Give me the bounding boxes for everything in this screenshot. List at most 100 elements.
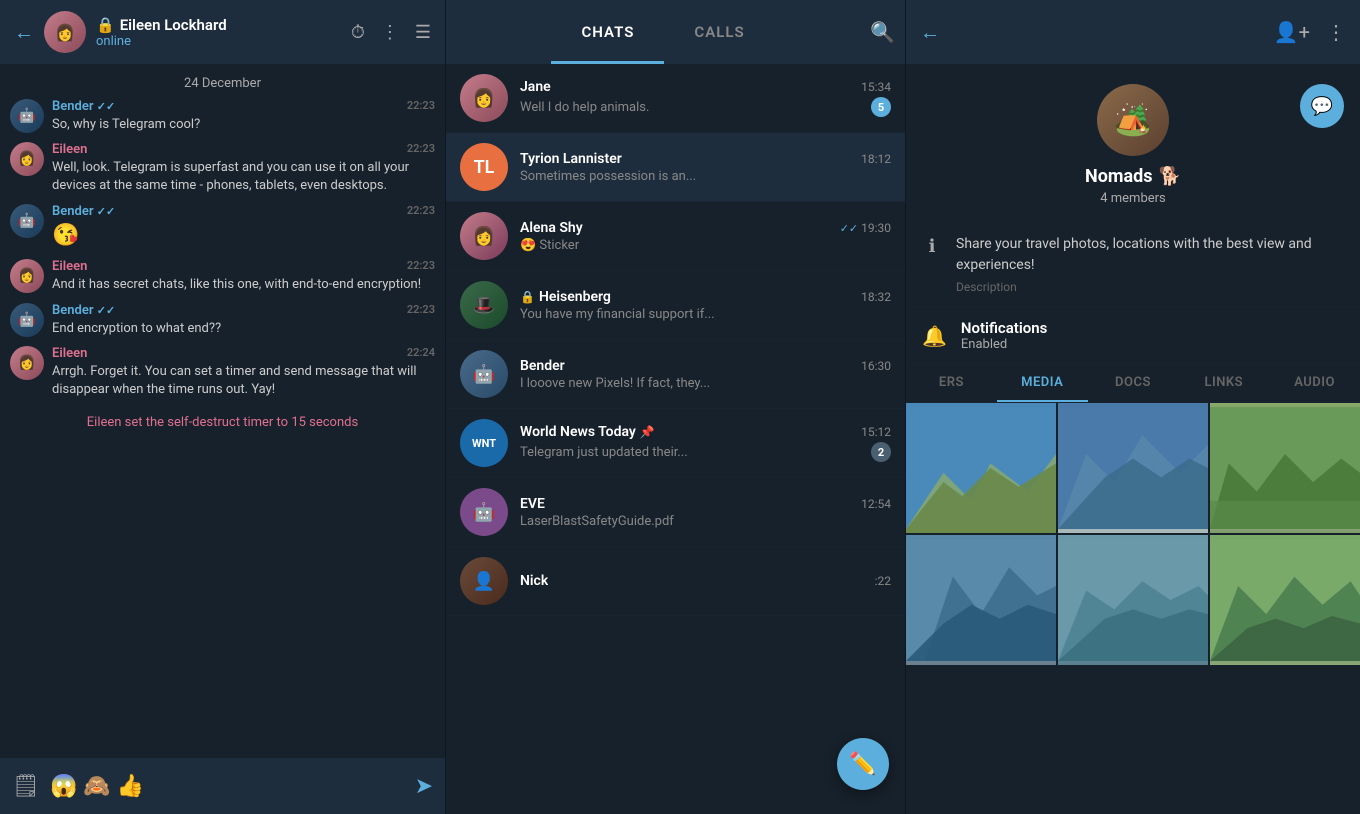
- chat-name: Bender: [520, 358, 565, 374]
- sticker-button[interactable]: 🗒: [12, 774, 40, 799]
- chat-preview: You have my financial support if...: [520, 307, 715, 322]
- msg-time: 22:23: [407, 142, 435, 155]
- media-thumb[interactable]: [906, 403, 1056, 533]
- header-icons: ⏱ ⋮ ☰: [351, 22, 431, 43]
- message-row: 👩 Eileen 22:23 Well, look. Telegram is s…: [10, 142, 435, 195]
- add-user-icon[interactable]: 👤+: [1274, 20, 1310, 44]
- send-button[interactable]: ➤: [415, 774, 433, 799]
- chat-item-body: EVE 12:54 LaserBlastSafetyGuide.pdf: [520, 496, 891, 529]
- msg-time: 22:24: [407, 346, 435, 359]
- msg-content: Bender 22:23 ✓✓ So, why is Telegram cool…: [52, 99, 435, 134]
- chat-item-body: Alena Shy ✓✓ 19:30 😍 Sticker: [520, 220, 891, 253]
- chat-item-body: Tyrion Lannister 18:12 Sometimes possess…: [520, 151, 891, 184]
- chat-item[interactable]: 🤖 EVE 12:54 LaserBlastSafetyGuide.pdf: [446, 478, 905, 547]
- chat-item-body: Nick :22: [520, 573, 891, 589]
- message-row: 🤖 Bender 22:23 ✓✓ End encryption to what…: [10, 303, 435, 338]
- chat-name: Tyrion Lannister: [520, 151, 622, 167]
- emoji-1: 😱: [50, 774, 77, 799]
- tab-audio[interactable]: AUDIO: [1269, 365, 1360, 402]
- group-emoji: 🐕: [1159, 166, 1181, 187]
- avatar: 👩: [44, 11, 86, 53]
- chat-time: 15:34: [861, 80, 891, 94]
- tab-media[interactable]: MEDIA: [997, 365, 1088, 402]
- avatar: WNT: [460, 419, 508, 467]
- msg-sender: Eileen 22:23: [52, 259, 435, 274]
- unread-badge: 2: [871, 442, 891, 462]
- msg-check: ✓✓: [97, 205, 115, 218]
- avatar: 👩: [460, 212, 508, 260]
- emoji-2: 🙈: [83, 774, 110, 799]
- avatar: 🤖: [10, 303, 44, 337]
- notifications-row: 🔔 Notifications Enabled: [906, 307, 1360, 365]
- chat-item[interactable]: 👩 Jane 15:34 Well I do help animals. 5: [446, 64, 905, 133]
- chat-name: World News Today 📌: [520, 424, 655, 440]
- chat-time: 18:32: [861, 290, 891, 304]
- msg-text: So, why is Telegram cool?: [52, 116, 435, 134]
- unread-badge: 5: [871, 97, 891, 117]
- bell-icon: 🔔: [922, 324, 947, 348]
- tab-links[interactable]: LINKS: [1178, 365, 1269, 402]
- description-content: Share your travel photos, locations with…: [956, 234, 1344, 276]
- chat-item[interactable]: 👤 Nick :22: [446, 547, 905, 616]
- group-members: 4 members: [1100, 191, 1166, 206]
- compose-button[interactable]: 💬: [1300, 84, 1344, 128]
- msg-content: Bender 22:23 ✓✓ 😘: [52, 204, 435, 252]
- timer-icon[interactable]: ⏱: [351, 22, 365, 43]
- compose-fab[interactable]: ✏️: [837, 738, 889, 790]
- system-message: Eileen set the self-destruct timer to 15…: [10, 407, 435, 438]
- chat-name: 🔒 Heisenberg: [520, 289, 611, 305]
- media-tabs: ERS MEDIA DOCS LINKS AUDIO: [906, 365, 1360, 403]
- user-info: 🔒 Eileen Lockhard online: [96, 16, 341, 49]
- chat-item[interactable]: 🤖 Bender 16:30 I looove new Pixels! If f…: [446, 340, 905, 409]
- chat-item[interactable]: WNT World News Today 📌 15:12 Telegram ju…: [446, 409, 905, 478]
- msg-time: 22:23: [407, 204, 435, 217]
- chat-preview: Well I do help animals.: [520, 100, 649, 115]
- tab-docs[interactable]: DOCS: [1088, 365, 1179, 402]
- msg-text: End encryption to what end??: [52, 320, 435, 338]
- msg-content: Eileen 22:24 Arrgh. Forget it. You can s…: [52, 346, 435, 399]
- tab-members[interactable]: ERS: [906, 365, 997, 402]
- pin-icon: 📌: [640, 425, 655, 439]
- user-status: online: [96, 34, 341, 49]
- middle-panel: CHATS CALLS 🔍 👩 Jane 15:34 Well I do hel…: [445, 0, 905, 814]
- tab-chats[interactable]: CHATS: [551, 0, 664, 64]
- msg-content: Eileen 22:23 And it has secret chats, li…: [52, 259, 435, 294]
- media-thumb[interactable]: [1058, 535, 1208, 665]
- media-thumb[interactable]: [1058, 403, 1208, 533]
- chat-item-body: World News Today 📌 15:12 Telegram just u…: [520, 424, 891, 462]
- search-icon[interactable]: 🔍: [870, 20, 895, 44]
- menu-icon[interactable]: ☰: [415, 22, 431, 43]
- more-options-icon[interactable]: ⋮: [1326, 20, 1346, 44]
- mid-icons: 🔍: [870, 20, 895, 44]
- right-header-icons: 👤+ ⋮: [1274, 20, 1346, 44]
- emoji-row: 😱 🙈 👍: [50, 774, 405, 799]
- chat-time: ✓✓ 19:30: [840, 221, 891, 235]
- media-thumb[interactable]: [906, 535, 1056, 665]
- media-thumb[interactable]: [1210, 535, 1360, 665]
- msg-check: ✓✓: [97, 100, 115, 113]
- chat-preview: I looove new Pixels! If fact, they...: [520, 376, 710, 391]
- chat-item[interactable]: 👩 Alena Shy ✓✓ 19:30 😍 Sticker: [446, 202, 905, 271]
- chat-time: :22: [875, 574, 891, 588]
- tab-calls[interactable]: CALLS: [664, 0, 774, 64]
- msg-sender: Eileen 22:24: [52, 346, 435, 361]
- msg-content: Bender 22:23 ✓✓ End encryption to what e…: [52, 303, 435, 338]
- msg-sender: Eileen 22:23: [52, 142, 435, 157]
- more-icon[interactable]: ⋮: [381, 22, 399, 43]
- message-row: 👩 Eileen 22:24 Arrgh. Forget it. You can…: [10, 346, 435, 399]
- notifications-text: Notifications Enabled: [961, 319, 1344, 352]
- emoji-3: 👍: [117, 774, 144, 799]
- chat-item[interactable]: TL Tyrion Lannister 18:12 Sometimes poss…: [446, 133, 905, 202]
- msg-time: 22:23: [407, 99, 435, 112]
- msg-text: Arrgh. Forget it. You can set a timer an…: [52, 363, 435, 399]
- lock-icon: 🔒: [96, 16, 115, 34]
- chat-time: 12:54: [861, 497, 891, 511]
- msg-sender: Bender 22:23 ✓✓: [52, 204, 435, 219]
- media-thumb[interactable]: [1210, 403, 1360, 533]
- avatar: 🤖: [460, 488, 508, 536]
- back-button[interactable]: ←: [14, 20, 34, 45]
- avatar: 🎩: [460, 281, 508, 329]
- chat-item[interactable]: 🎩 🔒 Heisenberg 18:32 You have my financi…: [446, 271, 905, 340]
- info-icon: ℹ: [922, 236, 942, 257]
- back-button[interactable]: ←: [920, 20, 940, 45]
